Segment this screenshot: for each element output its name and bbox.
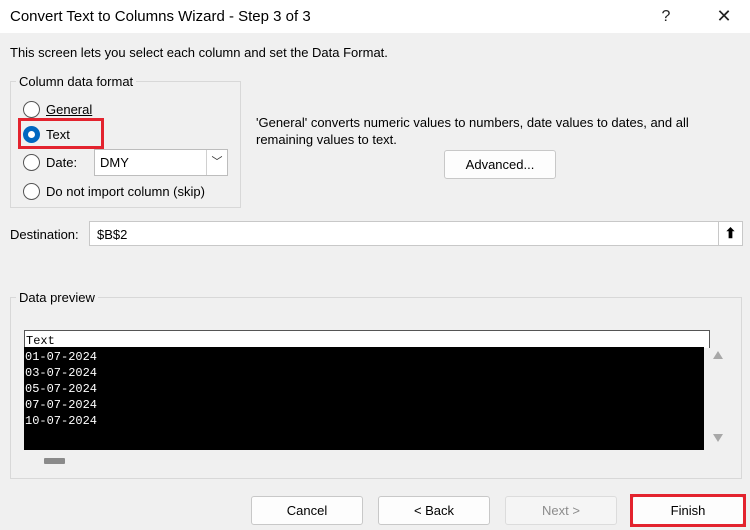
title-bar: Convert Text to Columns Wizard - Step 3 …: [0, 0, 750, 33]
destination-input[interactable]: $B$2 ⬆: [89, 221, 743, 246]
preview-vertical-scrollbar[interactable]: [708, 347, 728, 450]
date-format-value: DMY: [100, 155, 129, 170]
next-button[interactable]: Next >: [505, 496, 617, 525]
destination-value: $B$2: [97, 227, 128, 242]
radio-general-circle[interactable]: [23, 100, 40, 118]
radio-skip-label: Do not import column (skip): [46, 183, 205, 199]
radio-skip[interactable]: Do not import column (skip): [23, 181, 205, 201]
scroll-down-icon[interactable]: [713, 434, 723, 442]
radio-date[interactable]: Date:: [23, 152, 77, 172]
preview-row: 03-07-2024: [25, 366, 98, 380]
collapse-upload-icon[interactable]: ⬆: [718, 222, 742, 245]
finish-button-highlight: [630, 494, 746, 527]
preview-horizontal-scroll-thumb[interactable]: [44, 458, 65, 464]
column-data-format-legend: Column data format: [16, 74, 137, 89]
date-format-select[interactable]: DMY ﹀: [94, 149, 228, 176]
radio-date-label: Date:: [46, 154, 78, 170]
preview-row: 05-07-2024: [25, 382, 98, 396]
radio-date-circle[interactable]: [23, 153, 40, 171]
preview-row: 10-07-2024: [25, 414, 98, 428]
data-preview-legend: Data preview: [16, 290, 98, 305]
destination-label: Destination:: [10, 227, 79, 242]
info-text: 'General' converts numeric values to num…: [256, 115, 689, 147]
preview-column-header[interactable]: Text: [24, 330, 710, 348]
description-text: This screen lets you select each column …: [10, 45, 388, 60]
cancel-button[interactable]: Cancel: [251, 496, 363, 525]
next-button-label: Next >: [542, 503, 580, 518]
radio-general[interactable]: General: [23, 99, 92, 119]
preview-row: 01-07-2024: [25, 350, 98, 364]
radio-skip-circle[interactable]: [23, 182, 40, 200]
radio-general-label: General: [46, 101, 93, 117]
preview-data-area[interactable]: 01-07-2024 03-07-2024 05-07-2024 07-07-2…: [24, 347, 704, 450]
back-button-label: < Back: [413, 503, 455, 518]
scroll-up-icon[interactable]: [713, 351, 723, 359]
chevron-down-icon[interactable]: ﹀: [206, 150, 227, 175]
advanced-button[interactable]: Advanced...: [444, 150, 556, 179]
preview-row: 07-07-2024: [25, 398, 98, 412]
text-option-highlight: [18, 118, 104, 149]
advanced-button-label: Advanced...: [465, 157, 535, 172]
help-button[interactable]: ?: [645, 0, 687, 33]
cancel-button-label: Cancel: [286, 503, 328, 518]
close-button[interactable]: ✕: [703, 0, 745, 33]
window-title: Convert Text to Columns Wizard - Step 3 …: [10, 8, 311, 25]
back-button[interactable]: < Back: [378, 496, 490, 525]
